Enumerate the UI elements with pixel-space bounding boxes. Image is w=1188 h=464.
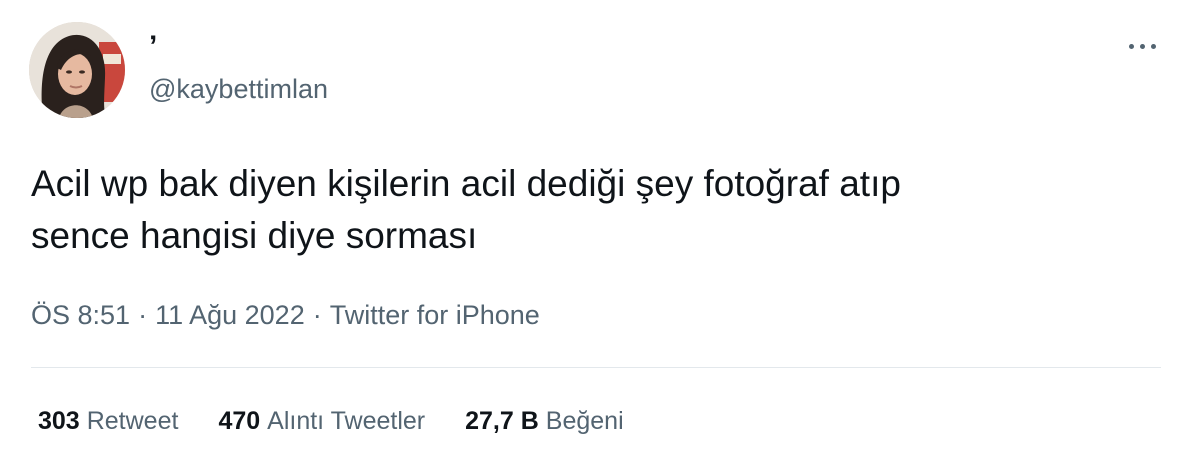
separator: · — [312, 300, 322, 330]
tweet-card: ’ @kaybettimlan Acil wp bak diyen kişile… — [0, 0, 1188, 464]
tweet-date[interactable]: 11 Ağu 2022 — [155, 300, 305, 330]
quote-tweet-count[interactable]: 470 Alıntı Tweetler — [218, 403, 425, 439]
more-horizontal-icon — [1129, 44, 1134, 49]
stat-number: 470 — [218, 407, 261, 435]
display-name[interactable]: ’ — [149, 30, 157, 64]
stat-number: 27,7 B — [465, 407, 539, 435]
profile-photo-icon — [29, 22, 125, 118]
tweet-text-line: Acil wp bak diyen kişilerin acil dediği … — [31, 163, 901, 204]
tweet-text: Acil wp bak diyen kişilerin acil dediği … — [31, 158, 1151, 262]
tweet-time[interactable]: ÖS 8:51 — [31, 300, 130, 330]
more-options-button[interactable] — [1120, 34, 1164, 62]
stat-label: Alıntı Tweetler — [267, 407, 426, 435]
avatar[interactable] — [29, 22, 125, 118]
more-horizontal-icon — [1140, 44, 1145, 49]
separator: · — [138, 300, 148, 330]
more-horizontal-icon — [1151, 44, 1156, 49]
like-count[interactable]: 27,7 B Beğeni — [465, 403, 624, 439]
stat-label: Retweet — [86, 407, 179, 435]
stat-label: Beğeni — [545, 407, 624, 435]
engagement-stats: 303 Retweet 470 Alıntı Tweetler 27,7 B Beğe… — [38, 403, 664, 439]
stat-number: 303 — [38, 407, 80, 435]
tweet-text-line: sence hangisi diye sorması — [31, 215, 478, 256]
tweet-source-link[interactable]: Twitter for iPhone — [330, 300, 540, 330]
tweet-metadata: ÖS 8:51 · 11 Ağu 2022 · Twitter for iPhone — [31, 297, 540, 333]
divider — [31, 367, 1161, 368]
user-handle[interactable]: @kaybettimlan — [149, 72, 328, 106]
retweet-count[interactable]: 303 Retweet — [38, 403, 178, 439]
